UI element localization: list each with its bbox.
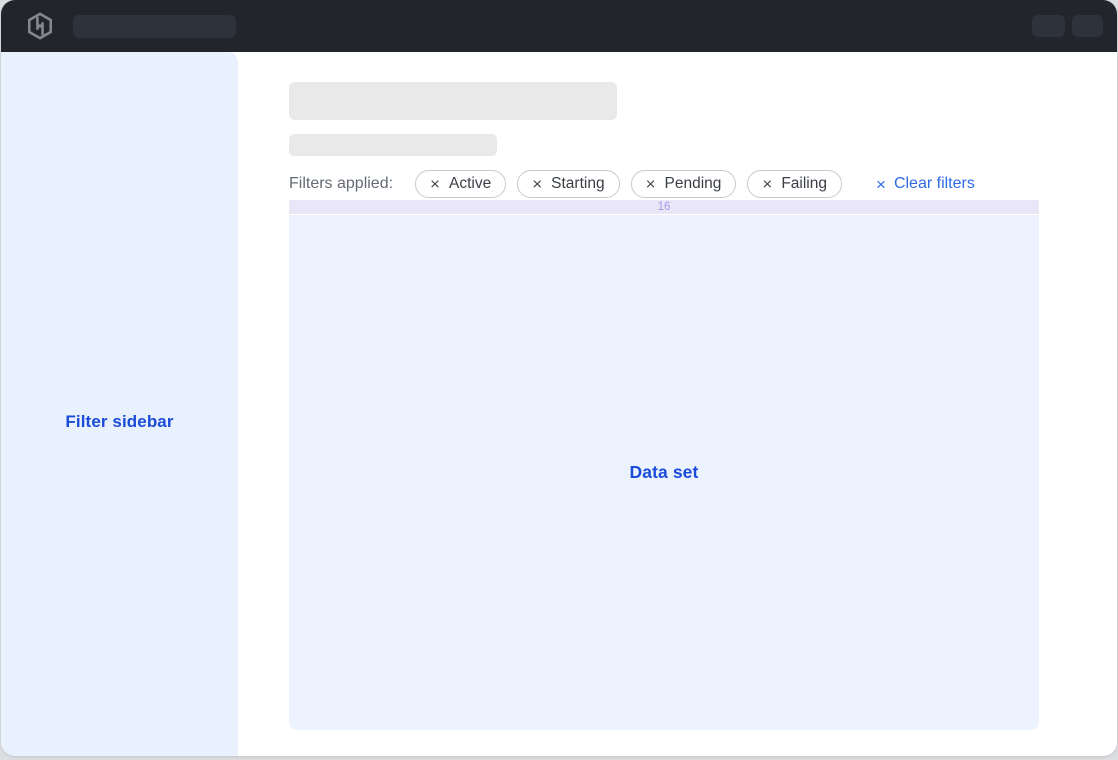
search-input-placeholder[interactable] xyxy=(73,15,236,38)
page-subtitle-placeholder xyxy=(289,134,497,156)
dataset-region[interactable]: Data set xyxy=(289,215,1039,730)
page-title-placeholder xyxy=(289,82,617,120)
filters-applied-row: Filters applied: × Active × Starting × P… xyxy=(289,170,1039,198)
clear-filters-label: Clear filters xyxy=(894,175,975,193)
filter-chip-pending[interactable]: × Pending xyxy=(631,170,737,198)
filter-chip-label: Failing xyxy=(781,175,827,193)
filter-chip-label: Active xyxy=(449,175,491,193)
topbar-button-placeholder-1[interactable] xyxy=(1032,15,1065,37)
dataset-header-bar: 16 xyxy=(289,200,1039,214)
filter-chip-list: × Active × Starting × Pending × Failing xyxy=(415,170,842,198)
remove-filter-icon[interactable]: × xyxy=(762,175,772,192)
dataset-row-count: 16 xyxy=(658,201,671,213)
remove-filter-icon[interactable]: × xyxy=(532,175,542,192)
filter-chip-failing[interactable]: × Failing xyxy=(747,170,842,198)
filter-chip-starting[interactable]: × Starting xyxy=(517,170,619,198)
topbar-button-placeholder-2[interactable] xyxy=(1072,15,1103,37)
clear-filters-link[interactable]: × Clear filters xyxy=(876,175,975,193)
remove-filter-icon[interactable]: × xyxy=(430,175,440,192)
filter-chip-label: Starting xyxy=(551,175,604,193)
filter-chip-label: Pending xyxy=(665,175,722,193)
filter-sidebar[interactable]: Filter sidebar xyxy=(1,52,238,756)
remove-filter-icon[interactable]: × xyxy=(646,175,656,192)
dataset-label: Data set xyxy=(630,462,699,483)
filter-chip-active[interactable]: × Active xyxy=(415,170,506,198)
app-window: Filter sidebar Filters applied: × Active… xyxy=(1,0,1117,756)
body-row: Filter sidebar Filters applied: × Active… xyxy=(1,52,1117,756)
clear-filters-x-icon: × xyxy=(876,176,886,193)
hashicorp-logo-icon xyxy=(26,12,54,40)
main-content: Filters applied: × Active × Starting × P… xyxy=(238,52,1117,756)
top-nav-bar xyxy=(1,0,1117,52)
filters-applied-label: Filters applied: xyxy=(289,175,393,193)
filter-sidebar-label: Filter sidebar xyxy=(65,376,173,432)
